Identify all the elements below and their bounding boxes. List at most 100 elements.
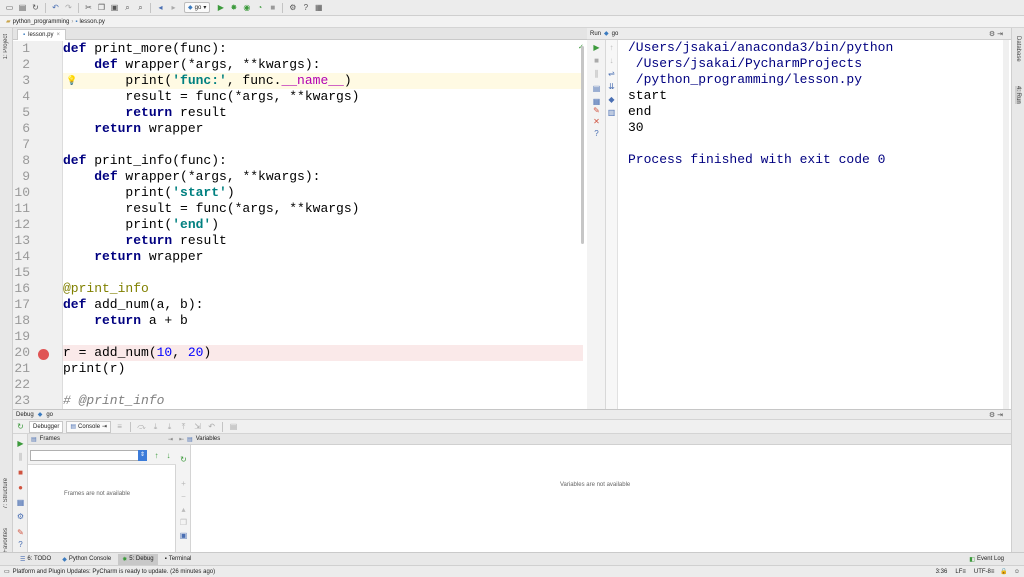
rerun-icon[interactable]: ▶ — [592, 43, 601, 52]
caret-position[interactable]: 3:36 — [936, 569, 948, 575]
status-message[interactable]: Platform and Plugin Updates: PyCharm is … — [13, 569, 215, 575]
close-icon[interactable]: ✕ — [592, 117, 601, 126]
line-separator[interactable]: LF≡ — [955, 569, 966, 575]
settings-icon[interactable]: ⚙ ⇥ — [989, 411, 1003, 419]
paste-icon[interactable]: ▣ — [109, 2, 120, 13]
python-console-icon[interactable]: ◆ — [607, 95, 616, 104]
close-icon[interactable]: × — [57, 32, 61, 38]
collapse-icon[interactable]: ⇤ — [179, 436, 184, 443]
step-into-icon[interactable]: ⤓ — [150, 421, 161, 432]
tab-event-log[interactable]: ◧ Event Log — [965, 554, 1008, 565]
run-tool-button[interactable]: 4: Run — [1015, 86, 1021, 104]
remove-icon[interactable]: − — [179, 492, 188, 501]
thread-select[interactable]: ⇕ — [30, 450, 147, 461]
frames-list[interactable]: Frames are not available — [28, 465, 176, 552]
breakpoint-icon[interactable] — [38, 349, 49, 360]
tab-todo[interactable]: ☰ 6: TODO — [16, 554, 55, 565]
back-icon[interactable]: ◂ — [155, 2, 166, 13]
pause-icon[interactable]: ∥ — [592, 69, 601, 78]
help-icon[interactable]: ? — [592, 129, 601, 138]
pin-icon[interactable]: ✎ — [592, 106, 601, 115]
add-icon[interactable]: + — [179, 479, 188, 488]
resume-icon[interactable]: ▶ — [16, 439, 25, 448]
code-editor[interactable]: def print_more(func): def wrapper(*args,… — [63, 41, 583, 409]
mute-breakpoints-icon[interactable]: ▦ — [16, 498, 25, 507]
trash-icon[interactable]: ▥ — [607, 108, 616, 117]
arrow-down-icon[interactable]: ↓ — [607, 56, 616, 65]
project-tool-button[interactable]: 1: Project — [3, 34, 9, 59]
get-thread-dump-icon[interactable]: ⚙ — [16, 512, 25, 521]
stop-icon[interactable]: ■ — [16, 468, 25, 477]
stop-icon[interactable]: ■ — [592, 56, 601, 65]
pin-icon[interactable]: ✎ — [16, 528, 25, 537]
tab-debug[interactable]: ✸ 5: Debug — [118, 553, 158, 565]
find-icon[interactable]: ⌕ — [122, 2, 133, 13]
view-breakpoints-icon[interactable]: ● — [16, 483, 25, 492]
lightbulb-icon[interactable]: 💡 — [66, 75, 77, 86]
scroll-end-icon[interactable]: ⇊ — [607, 82, 616, 91]
folder-icon[interactable]: ▭ — [4, 2, 15, 13]
file-encoding[interactable]: UTF-8≡ — [974, 569, 995, 575]
watch-icon[interactable]: ▣ — [179, 531, 188, 540]
breadcrumb-project[interactable]: python_programming — [13, 19, 70, 25]
step-out-icon[interactable]: ⤒ — [178, 421, 189, 432]
undo-icon[interactable]: ↶ — [50, 2, 61, 13]
lock-icon[interactable]: 🔒 — [1000, 568, 1007, 575]
help-icon[interactable]: ? — [16, 540, 25, 549]
vcs-icon[interactable]: ⚙ — [287, 2, 298, 13]
show-execution-point-icon[interactable]: ≡ — [114, 421, 125, 432]
pause-icon[interactable]: ∥ — [16, 452, 25, 461]
step-into-my-code-icon[interactable]: ⤓ — [164, 421, 175, 432]
run-console-output[interactable]: /Users/jsakai/anaconda3/bin/python /User… — [618, 40, 1011, 409]
coverage-icon[interactable]: ◉ — [241, 2, 252, 13]
debug-icon[interactable]: ✸ — [228, 2, 239, 13]
folder-icon: ▰ — [6, 19, 11, 25]
copy-icon[interactable]: ❐ — [179, 518, 188, 527]
tab-console[interactable]: ▤ Console ⇥ — [66, 420, 112, 433]
soft-wrap-icon[interactable]: ⇌ — [607, 69, 616, 78]
structure-tool-button[interactable]: 7: Structure — [3, 478, 9, 509]
run-configuration-select[interactable]: ◆ go ▾ — [184, 2, 211, 13]
collapse-icon[interactable]: ⇥ — [168, 436, 173, 443]
arrow-down-icon[interactable]: ↓ — [164, 451, 173, 460]
rerun-icon[interactable]: ↻ — [15, 421, 26, 432]
line-number: 23 — [14, 393, 30, 408]
jvm-icon[interactable]: ▦ — [313, 2, 324, 13]
help-icon[interactable]: ? — [300, 2, 311, 13]
run-icon[interactable]: ▶ — [215, 2, 226, 13]
debug-config-label[interactable]: go — [46, 412, 53, 418]
print-icon[interactable]: ▤ — [592, 84, 601, 93]
tab-terminal[interactable]: ▪ Terminal — [161, 554, 196, 565]
step-over-icon[interactable]: ⤼ — [136, 421, 147, 432]
tab-debugger[interactable]: Debugger — [29, 420, 64, 433]
copy-icon[interactable]: ❐ — [96, 2, 107, 13]
editor-scrollbar[interactable] — [581, 46, 584, 244]
add-watch-icon[interactable]: ↻ — [179, 455, 188, 464]
replace-icon[interactable]: ⌕ — [135, 2, 146, 13]
cut-icon[interactable]: ✂ — [83, 2, 94, 13]
evaluate-icon[interactable]: ↶ — [206, 421, 217, 432]
stop-icon[interactable]: ■ — [267, 2, 278, 13]
run-config-label[interactable]: go — [612, 31, 619, 37]
chevron-down-icon: ▾ — [203, 5, 207, 11]
redo-icon[interactable]: ↷ — [63, 2, 74, 13]
restore-layout-icon[interactable]: ▤ — [228, 421, 239, 432]
settings-icon[interactable]: ⚙ ⇥ — [989, 30, 1003, 38]
forward-icon[interactable]: ▸ — [168, 2, 179, 13]
move-up-icon[interactable]: ▴ — [179, 505, 188, 514]
breadcrumb-file[interactable]: lesson.py — [79, 19, 104, 25]
database-tool-button[interactable]: Database — [1015, 36, 1021, 62]
profile-icon[interactable]: ◔ — [254, 2, 265, 13]
run-to-cursor-icon[interactable]: ⇲ — [192, 421, 203, 432]
console-icon[interactable]: ▦ — [592, 97, 601, 106]
variables-list[interactable]: Variables are not available — [191, 445, 1011, 552]
arrow-up-icon[interactable]: ↑ — [607, 43, 616, 52]
save-icon[interactable]: ▤ — [17, 2, 28, 13]
code-line: def print_more(func): — [63, 41, 227, 56]
tab-lesson-py[interactable]: ▪ lesson.py × — [17, 29, 67, 40]
sync-icon[interactable]: ↻ — [30, 2, 41, 13]
run-scrollbar[interactable] — [1003, 40, 1009, 409]
arrow-up-icon[interactable]: ↑ — [152, 451, 161, 460]
tab-python-console[interactable]: ◆ Python Console — [58, 554, 115, 565]
inspector-icon[interactable]: ☺ — [1014, 569, 1020, 575]
